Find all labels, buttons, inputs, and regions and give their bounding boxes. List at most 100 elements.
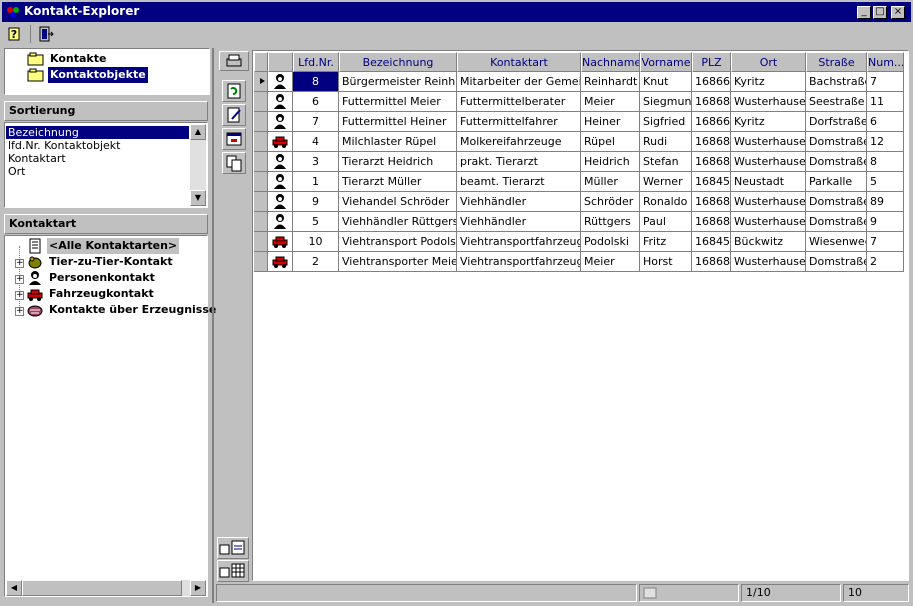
- cell-bez[interactable]: Futtermittel Heiner: [339, 112, 457, 132]
- row-indicator[interactable]: [254, 92, 268, 112]
- scroll-down-button[interactable]: ▼: [190, 190, 206, 206]
- cell-vor[interactable]: Knut: [640, 72, 692, 92]
- cell-num[interactable]: 12: [867, 132, 904, 152]
- table-row[interactable]: 9 Viehandel Schröder Viehhändler Schröder Ro…: [253, 192, 910, 212]
- cell-vor[interactable]: Werner: [640, 172, 692, 192]
- cell-plz[interactable]: 16845: [692, 172, 731, 192]
- copy-button[interactable]: [222, 152, 246, 174]
- table-row[interactable]: 8Bürgermeister ReinhardtMitarbeiter der …: [253, 72, 910, 92]
- cell-ort[interactable]: Kyritz: [731, 72, 806, 92]
- expand-toggle[interactable]: +: [15, 275, 24, 284]
- scroll-right-button[interactable]: ▶: [190, 580, 206, 596]
- print-button[interactable]: [219, 51, 249, 71]
- cell-art[interactable]: Viehtransportfahrzeuge: [457, 252, 581, 272]
- row-indicator[interactable]: [254, 192, 268, 212]
- column-header[interactable]: Straße: [806, 52, 867, 72]
- cell-vor[interactable]: Fritz: [640, 232, 692, 252]
- cell-num[interactable]: 2: [867, 252, 904, 272]
- checkbox-form-button[interactable]: [217, 537, 249, 559]
- cell-nach[interactable]: Reinhardt: [581, 72, 640, 92]
- row-indicator[interactable]: [254, 72, 268, 92]
- cell-nach[interactable]: Heidrich: [581, 152, 640, 172]
- cell-num[interactable]: 6: [867, 112, 904, 132]
- cell-str[interactable]: Domstraße: [806, 152, 867, 172]
- cell-str[interactable]: Domstraße: [806, 132, 867, 152]
- cell-nr[interactable]: 7: [293, 112, 339, 132]
- cell-str[interactable]: Wiesenweg: [806, 232, 867, 252]
- cell-nach[interactable]: Rüpel: [581, 132, 640, 152]
- cell-vor[interactable]: Siegmund: [640, 92, 692, 112]
- cell-plz[interactable]: 16866: [692, 112, 731, 132]
- cell-str[interactable]: Parkalle: [806, 172, 867, 192]
- cell-num[interactable]: 8: [867, 152, 904, 172]
- table-row[interactable]: 4 Milchlaster Rüpel Molkereifahrzeuge Rüpel…: [253, 132, 910, 152]
- column-header[interactable]: PLZ: [692, 52, 731, 72]
- cell-bez[interactable]: Tierarzt Müller: [339, 172, 457, 192]
- table-row[interactable]: 7 Futtermittel Heiner Futtermittelfahrer He…: [253, 112, 910, 132]
- column-header[interactable]: Kontaktart: [457, 52, 581, 72]
- expand-toggle[interactable]: +: [15, 259, 24, 268]
- column-header[interactable]: Bezeichnung: [339, 52, 457, 72]
- cell-vor[interactable]: Sigfried: [640, 112, 692, 132]
- cell-plz[interactable]: 16845: [692, 232, 731, 252]
- cell-bez[interactable]: Viehtransport Podolski: [339, 232, 457, 252]
- cell-art[interactable]: Futtermittelfahrer: [457, 112, 581, 132]
- cell-ort[interactable]: Neustadt: [731, 172, 806, 192]
- refresh-button[interactable]: [222, 80, 246, 102]
- cell-nr[interactable]: 4: [293, 132, 339, 152]
- cell-nr[interactable]: 10: [293, 232, 339, 252]
- cell-plz[interactable]: 16868: [692, 192, 731, 212]
- row-indicator[interactable]: [254, 152, 268, 172]
- cell-nr[interactable]: 6: [293, 92, 339, 112]
- cell-vor[interactable]: Horst: [640, 252, 692, 272]
- cell-bez[interactable]: Futtermittel Meier: [339, 92, 457, 112]
- cell-bez[interactable]: Milchlaster Rüpel: [339, 132, 457, 152]
- column-header[interactable]: Ort: [731, 52, 806, 72]
- cell-plz[interactable]: 16868: [692, 252, 731, 272]
- cell-num[interactable]: 5: [867, 172, 904, 192]
- cell-nr[interactable]: 8: [293, 72, 339, 92]
- splitter[interactable]: [212, 48, 214, 603]
- cell-plz[interactable]: 16866: [692, 72, 731, 92]
- expand-toggle[interactable]: +: [15, 291, 24, 300]
- row-indicator[interactable]: [254, 172, 268, 192]
- cell-nach[interactable]: Rüttgers: [581, 212, 640, 232]
- cell-nr[interactable]: 9: [293, 192, 339, 212]
- maximize-button[interactable]: □: [873, 6, 887, 19]
- row-indicator[interactable]: [254, 232, 268, 252]
- cell-vor[interactable]: Rudi: [640, 132, 692, 152]
- scroll-left-button[interactable]: ◀: [6, 580, 22, 596]
- table-row[interactable]: 2 Viehtransporter Meier Viehtransportfahrz…: [253, 252, 910, 272]
- table-row[interactable]: 10 Viehtransport Podolski Viehtransportfah…: [253, 232, 910, 252]
- cell-str[interactable]: Bachstraße: [806, 72, 867, 92]
- row-indicator[interactable]: [254, 132, 268, 152]
- cell-nach[interactable]: Schröder: [581, 192, 640, 212]
- cell-nach[interactable]: Heiner: [581, 112, 640, 132]
- cell-art[interactable]: Viehtransportfahrzeuge: [457, 232, 581, 252]
- nav-item-kontakte[interactable]: Kontakte: [48, 51, 108, 67]
- sort-item-bezeichnung[interactable]: Bezeichnung: [6, 126, 189, 139]
- cell-art[interactable]: Viehhändler: [457, 212, 581, 232]
- cell-num[interactable]: 11: [867, 92, 904, 112]
- cell-num[interactable]: 9: [867, 212, 904, 232]
- cell-art[interactable]: Molkereifahrzeuge: [457, 132, 581, 152]
- cell-vor[interactable]: Stefan: [640, 152, 692, 172]
- cell-plz[interactable]: 16868: [692, 92, 731, 112]
- cell-bez[interactable]: Viehandel Schröder: [339, 192, 457, 212]
- scroll-up-button[interactable]: ▲: [190, 124, 206, 140]
- cell-ort[interactable]: Wusterhausen: [731, 252, 806, 272]
- kontaktart-item-person[interactable]: Personenkontakt: [47, 270, 157, 286]
- cell-plz[interactable]: 16868: [692, 212, 731, 232]
- cell-nr[interactable]: 5: [293, 212, 339, 232]
- cell-nach[interactable]: Podolski: [581, 232, 640, 252]
- kontaktart-hscrollbar[interactable]: ◀ ▶: [6, 580, 206, 596]
- close-button[interactable]: ×: [891, 6, 905, 19]
- column-header[interactable]: Vorname: [640, 52, 692, 72]
- cell-bez[interactable]: Viehhändler Rüttgers: [339, 212, 457, 232]
- cell-bez[interactable]: Viehtransporter Meier: [339, 252, 457, 272]
- cell-bez[interactable]: Bürgermeister Reinhardt: [339, 72, 457, 92]
- kontaktart-item-alle[interactable]: <Alle Kontaktarten>: [47, 238, 180, 254]
- row-indicator[interactable]: [254, 112, 268, 132]
- table-row[interactable]: 6 Futtermittel Meier Futtermittelberater Me…: [253, 92, 910, 112]
- cell-ort[interactable]: Bückwitz: [731, 232, 806, 252]
